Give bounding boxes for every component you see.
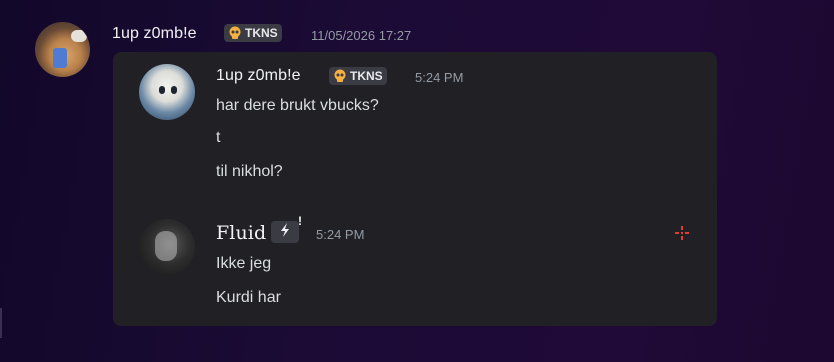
forwarded-time-fluid: 5:24 PM — [316, 227, 365, 242]
message-timestamp: 11/05/2026 17:27 — [311, 28, 412, 43]
lightning-bolt-icon — [278, 222, 292, 243]
message-line: Kurdi har — [216, 289, 281, 306]
lightning-tag[interactable] — [271, 221, 299, 243]
message-line: t — [216, 129, 221, 146]
message-line: har dere brukt vbucks? — [216, 97, 379, 114]
left-edge-marker — [0, 308, 2, 338]
forwarded-author-name-fluid[interactable]: Fluid — [216, 222, 266, 244]
forwarded-message-card — [113, 52, 717, 326]
author-avatar[interactable] — [35, 22, 90, 77]
skull-icon — [333, 69, 347, 83]
forwarded-author-name[interactable]: 1up z0mb!e — [216, 67, 301, 85]
skull-icon — [228, 26, 242, 40]
message-line: til nikhol? — [216, 163, 283, 180]
forwarded-server-tag[interactable]: TKNS — [329, 67, 387, 85]
crosshair-icon — [674, 225, 690, 241]
message-line: Ikke jeg — [216, 255, 272, 272]
author-name[interactable]: 1up z0mb!e — [112, 25, 197, 43]
forwarded-author-avatar-fluid[interactable] — [139, 219, 195, 275]
forwarded-time: 5:24 PM — [415, 70, 464, 85]
forwarded-server-tag-label: TKNS — [350, 69, 383, 83]
server-tag-label: TKNS — [245, 26, 278, 40]
forwarded-author-avatar[interactable] — [139, 64, 195, 120]
server-tag[interactable]: TKNS — [224, 24, 282, 42]
tag-extra-mark: ! — [298, 214, 302, 228]
